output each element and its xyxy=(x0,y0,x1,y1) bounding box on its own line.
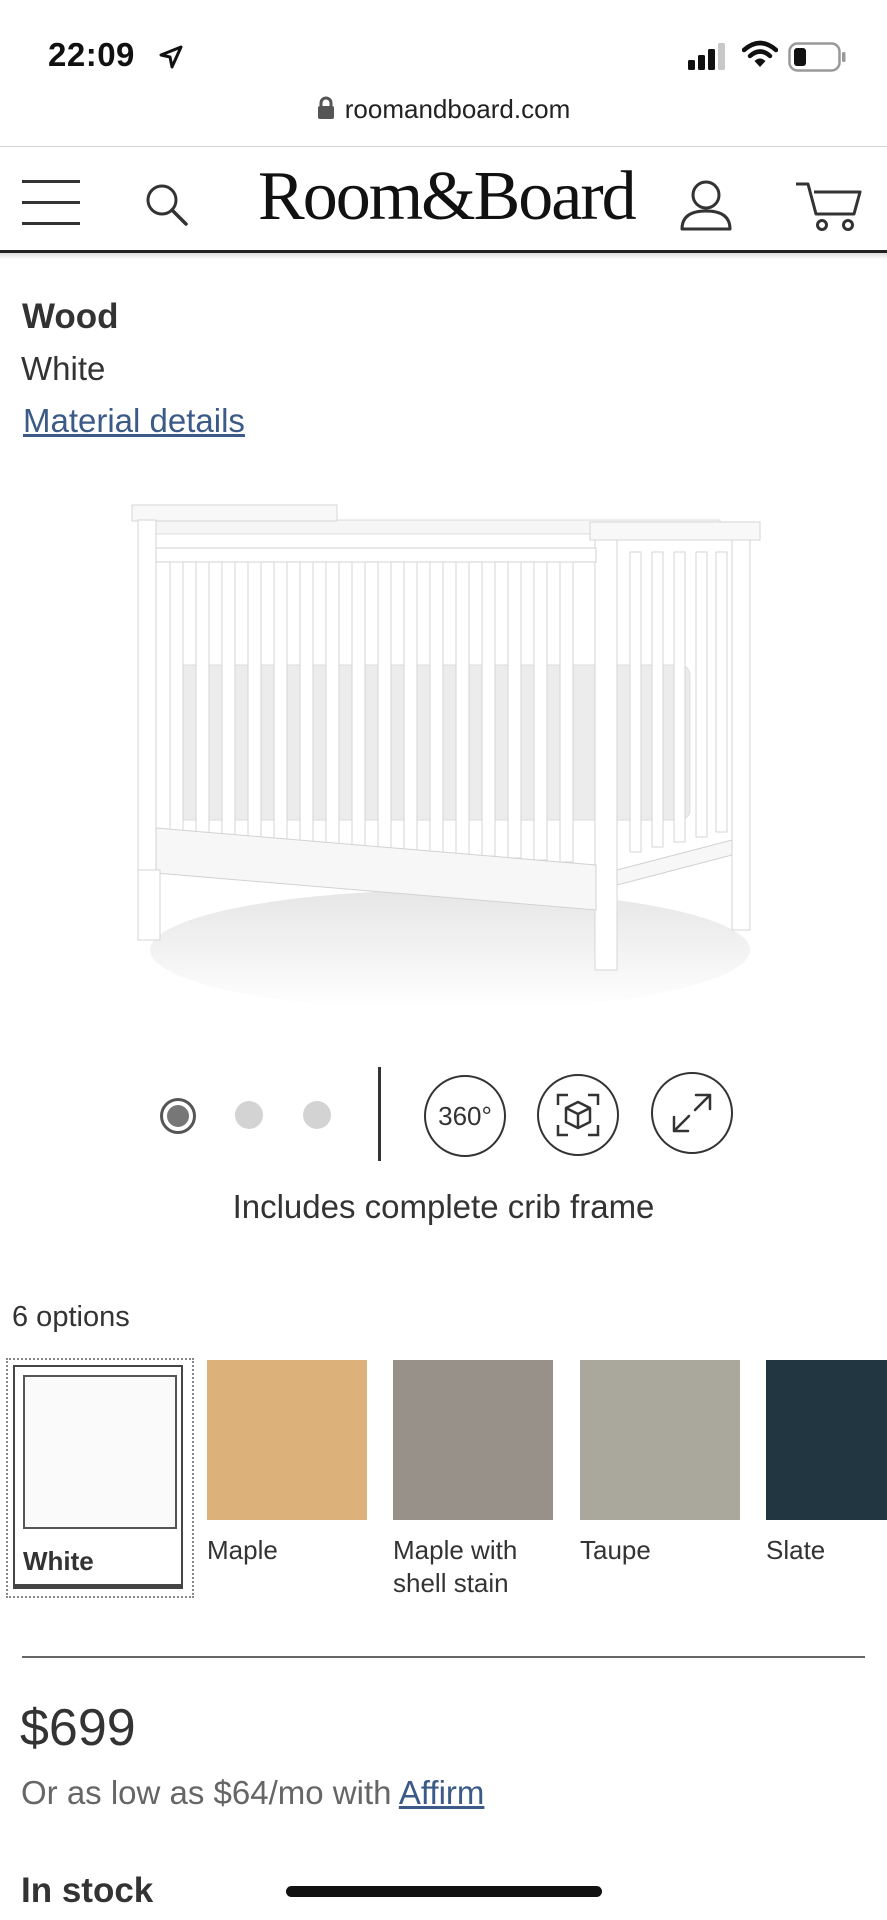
status-time: 22:09 xyxy=(48,36,135,73)
expand-icon xyxy=(672,1093,712,1133)
material-title: Wood xyxy=(22,297,119,336)
product-image[interactable] xyxy=(120,490,770,1040)
swatch-slate-label: Slate xyxy=(766,1535,826,1565)
swatch-maple-shell-stain-color xyxy=(393,1360,553,1520)
search-icon[interactable] xyxy=(144,182,190,228)
financing-label: Or as low as $64/mo with xyxy=(21,1774,399,1811)
section-divider xyxy=(22,1656,865,1658)
address-bar[interactable]: roomandboard.com xyxy=(0,94,887,125)
carousel-dot-1[interactable] xyxy=(160,1098,196,1134)
signal-icon xyxy=(688,43,725,70)
carousel-dot-3[interactable] xyxy=(303,1101,331,1129)
material-value: White xyxy=(21,350,106,387)
header-shadow xyxy=(0,253,887,259)
battery-icon xyxy=(788,42,846,72)
url-text: roomandboard.com xyxy=(344,94,571,124)
location-arrow-icon xyxy=(159,45,183,69)
swatch-taupe-label: Taupe xyxy=(580,1535,651,1565)
carousel-dot-2[interactable] xyxy=(235,1101,263,1129)
financing-text: Or as low as $64/mo with Affirm xyxy=(21,1774,484,1812)
swatch-maple[interactable]: Maple xyxy=(207,1360,389,1567)
swatch-slate-color xyxy=(766,1360,887,1520)
cart-icon[interactable] xyxy=(794,180,864,232)
site-logo[interactable]: Room&Board xyxy=(258,162,637,232)
affirm-link[interactable]: Affirm xyxy=(399,1774,485,1811)
swatch-white[interactable]: White xyxy=(6,1358,194,1598)
product-price: $699 xyxy=(20,1699,136,1757)
user-icon[interactable] xyxy=(678,178,734,232)
wifi-icon xyxy=(742,40,778,67)
controls-divider xyxy=(378,1067,381,1161)
stock-status: In stock xyxy=(21,1871,154,1910)
menu-icon[interactable] xyxy=(22,180,80,226)
options-count: 6 options xyxy=(12,1301,130,1333)
swatch-white-label: White xyxy=(23,1546,94,1576)
swatch-maple-shell-stain-label: Maple with shell stain xyxy=(393,1535,518,1598)
home-indicator[interactable] xyxy=(286,1886,602,1897)
swatch-taupe-color xyxy=(580,1360,740,1520)
header-divider xyxy=(0,146,887,147)
swatch-maple-shell-stain[interactable]: Maple with shell stain xyxy=(393,1360,575,1599)
ar-cube-icon xyxy=(556,1093,600,1137)
swatch-slate[interactable]: Slate xyxy=(766,1360,887,1567)
swatch-maple-label: Maple xyxy=(207,1535,278,1565)
view-360-button[interactable]: 360° xyxy=(424,1075,506,1157)
ar-view-button[interactable] xyxy=(537,1074,619,1156)
swatch-maple-color xyxy=(207,1360,367,1520)
view-360-label: 360° xyxy=(438,1100,492,1131)
swatch-white-color xyxy=(23,1375,177,1529)
lock-icon xyxy=(317,96,334,119)
material-details-link[interactable]: Material details xyxy=(23,402,245,440)
expand-button[interactable] xyxy=(651,1072,733,1154)
swatch-taupe[interactable]: Taupe xyxy=(580,1360,762,1567)
image-caption: Includes complete crib frame xyxy=(232,1188,655,1225)
